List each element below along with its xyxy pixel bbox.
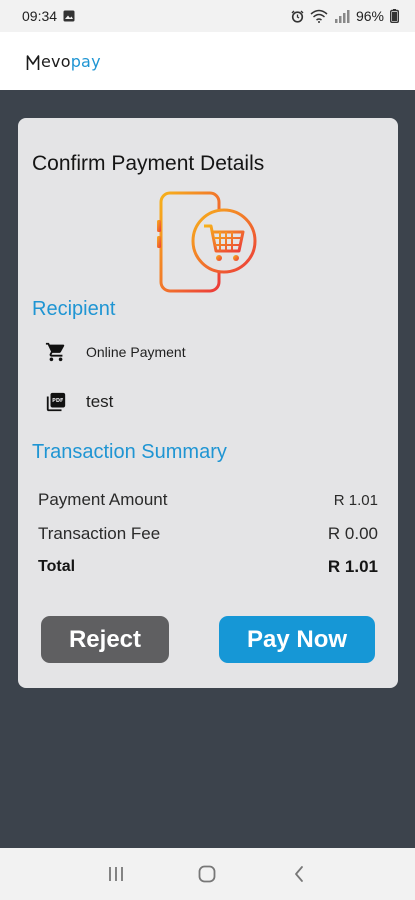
recipient-name: Online Payment [86,344,186,360]
logo-m [26,54,40,71]
payment-details-card: Confirm Payment Details Recipient Online… [18,118,398,688]
reject-button[interactable]: Reject [41,616,169,663]
summary-row-payment-amount: Payment Amount R 1.01 [38,490,378,510]
gallery-icon [63,10,75,22]
summary-label: Transaction Fee [38,524,161,543]
battery-level: 96% [355,8,384,24]
app-header: evo pay [0,32,415,90]
pay-now-button[interactable]: Pay Now [219,616,375,663]
system-nav-bar [0,848,415,900]
summary-row-total: Total R 1.01 [38,557,378,577]
status-time: 09:34 [22,8,58,24]
summary-amount: R 1.01 [327,557,378,576]
status-right: 96% [291,8,399,24]
logo-pay: pay [70,51,101,71]
back-icon[interactable] [279,854,319,894]
page-title: Confirm Payment Details [32,152,265,175]
recipient-reference: test [86,392,114,411]
recipient-row-reference: PDF test [44,390,113,414]
status-left: 09:34 [22,8,75,24]
battery-icon [390,9,399,23]
recipient-row-online-payment: Online Payment [44,340,186,364]
status-bar: 09:34 96% [0,0,415,32]
summary-label: Payment Amount [38,490,168,509]
signal-icon [334,9,350,23]
summary-label: Total [38,558,76,575]
recents-icon[interactable] [96,854,136,894]
svg-text:PDF: PDF [52,398,64,404]
home-icon[interactable] [187,854,227,894]
wifi-icon [310,9,328,23]
alarm-icon [291,10,304,23]
cart-icon [44,340,68,364]
summary-row-transaction-fee: Transaction Fee R 0.00 [38,524,378,544]
summary-amount: R 0.00 [327,524,378,543]
transaction-summary-heading: Transaction Summary [32,441,227,463]
pdf-icon: PDF [44,390,68,414]
phone-cart-icon [156,190,262,294]
mevopay-logo[interactable]: evo pay [26,52,101,71]
summary-amount: R 1.01 [333,491,378,509]
logo-evo: evo [41,51,71,71]
recipient-heading: Recipient [32,298,116,320]
